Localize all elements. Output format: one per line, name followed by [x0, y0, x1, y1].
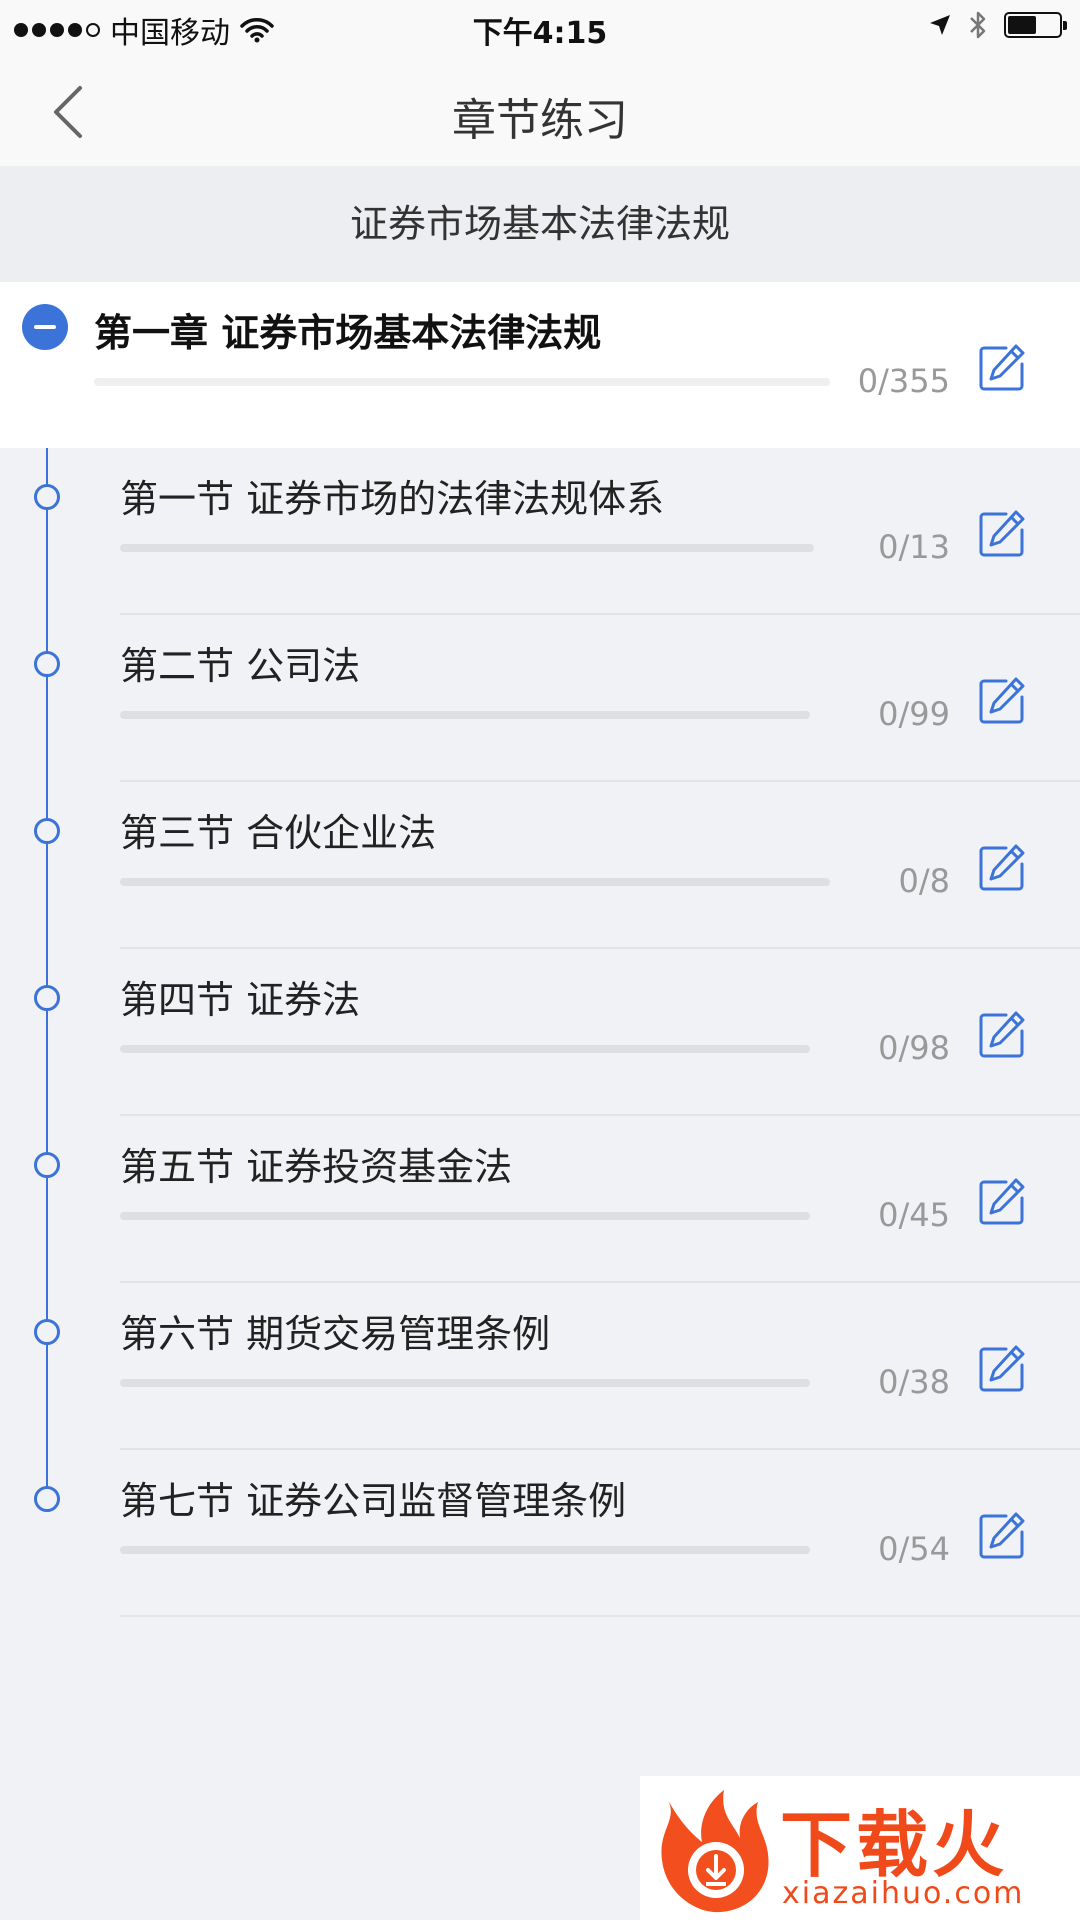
section-row[interactable]: 第四节 证券法 0/98: [0, 949, 1080, 1116]
section-title: 第七节 证券公司监督管理条例: [120, 1479, 627, 1523]
battery-icon: [1004, 12, 1067, 38]
edit-icon: [979, 1011, 1025, 1058]
edit-icon: [979, 677, 1025, 724]
section-edit-button[interactable]: [976, 1176, 1028, 1228]
watermark-domain: xiazaihuo.com: [782, 1876, 1025, 1911]
chapter-title: 第一章 证券市场基本法律法规: [94, 311, 602, 355]
section-progress-bar: [120, 544, 814, 552]
edit-icon: [979, 344, 1025, 391]
edit-icon: [979, 1345, 1025, 1392]
section-edit-button[interactable]: [976, 1510, 1028, 1562]
status-bar: 中国移动 下午4:15: [0, 0, 1080, 56]
edit-icon: [979, 1512, 1025, 1559]
chapter-edit-button[interactable]: [976, 342, 1028, 394]
section-count: 0/98: [878, 1029, 950, 1067]
minus-circle-icon[interactable]: [22, 304, 68, 350]
section-progress-bar: [120, 1212, 810, 1220]
section-count: 0/45: [878, 1196, 950, 1234]
location-arrow-icon: [930, 15, 950, 35]
chapter-row[interactable]: 第一章 证券市场基本法律法规 0/355: [0, 282, 1080, 448]
timeline-node-icon: [34, 484, 60, 510]
section-title: 第三节 合伙企业法: [120, 811, 437, 855]
section-edit-button[interactable]: [976, 675, 1028, 727]
chapter-progress-bar: [94, 378, 830, 386]
section-row[interactable]: 第七节 证券公司监督管理条例 0/54: [0, 1450, 1080, 1617]
edit-icon: [979, 510, 1025, 557]
timeline-node-icon: [34, 985, 60, 1011]
section-count: 0/38: [878, 1363, 950, 1401]
section-edit-button[interactable]: [976, 1009, 1028, 1061]
section-count: 0/54: [878, 1530, 950, 1568]
chapter-count: 0/355: [857, 362, 950, 400]
section-title: 第五节 证券投资基金法: [120, 1145, 513, 1189]
status-right: [928, 10, 1067, 40]
section-progress-bar: [120, 878, 830, 886]
subject-header: 证券市场基本法律法规: [0, 166, 1080, 282]
section-edit-button[interactable]: [976, 508, 1028, 560]
timeline-node-icon: [34, 818, 60, 844]
section-title: 第四节 证券法: [120, 978, 361, 1022]
timeline-node-icon: [34, 1486, 60, 1512]
section-title: 第六节 期货交易管理条例: [120, 1312, 551, 1356]
row-divider: [120, 1615, 1080, 1617]
section-row[interactable]: 第三节 合伙企业法 0/8: [0, 782, 1080, 949]
edit-icon: [979, 844, 1025, 891]
status-time: 下午4:15: [472, 16, 608, 51]
page-title: 章节练习: [452, 95, 628, 146]
section-row[interactable]: 第二节 公司法 0/99: [0, 615, 1080, 782]
section-title: 第一节 证券市场的法律法规体系: [120, 477, 665, 521]
section-list: 第一节 证券市场的法律法规体系 0/13 第二节 公司法 0/99 第三节 合伙企业法 0…: [0, 448, 1080, 1617]
section-edit-button[interactable]: [976, 842, 1028, 894]
section-title: 第二节 公司法: [120, 644, 361, 688]
section-count: 0/13: [878, 528, 950, 566]
section-count: 0/8: [898, 862, 951, 900]
section-count: 0/99: [878, 695, 950, 733]
section-progress-bar: [120, 711, 810, 719]
section-progress-bar: [120, 1379, 810, 1387]
timeline-node-icon: [34, 1152, 60, 1178]
section-progress-bar: [120, 1045, 810, 1053]
edit-icon: [979, 1178, 1025, 1225]
section-progress-bar: [120, 1546, 810, 1554]
nav-bar: 章节练习: [0, 56, 1080, 166]
section-row[interactable]: 第五节 证券投资基金法 0/45: [0, 1116, 1080, 1283]
bluetooth-icon: [970, 11, 986, 39]
section-row[interactable]: 第六节 期货交易管理条例 0/38: [0, 1283, 1080, 1450]
flame-logo-icon: [661, 1790, 769, 1913]
timeline-node-icon: [34, 651, 60, 677]
watermark-logo: 下载火 xiazaihuo.com: [640, 1776, 1080, 1920]
section-row[interactable]: 第一节 证券市场的法律法规体系 0/13: [0, 448, 1080, 615]
timeline-node-icon: [34, 1319, 60, 1345]
section-edit-button[interactable]: [976, 1343, 1028, 1395]
